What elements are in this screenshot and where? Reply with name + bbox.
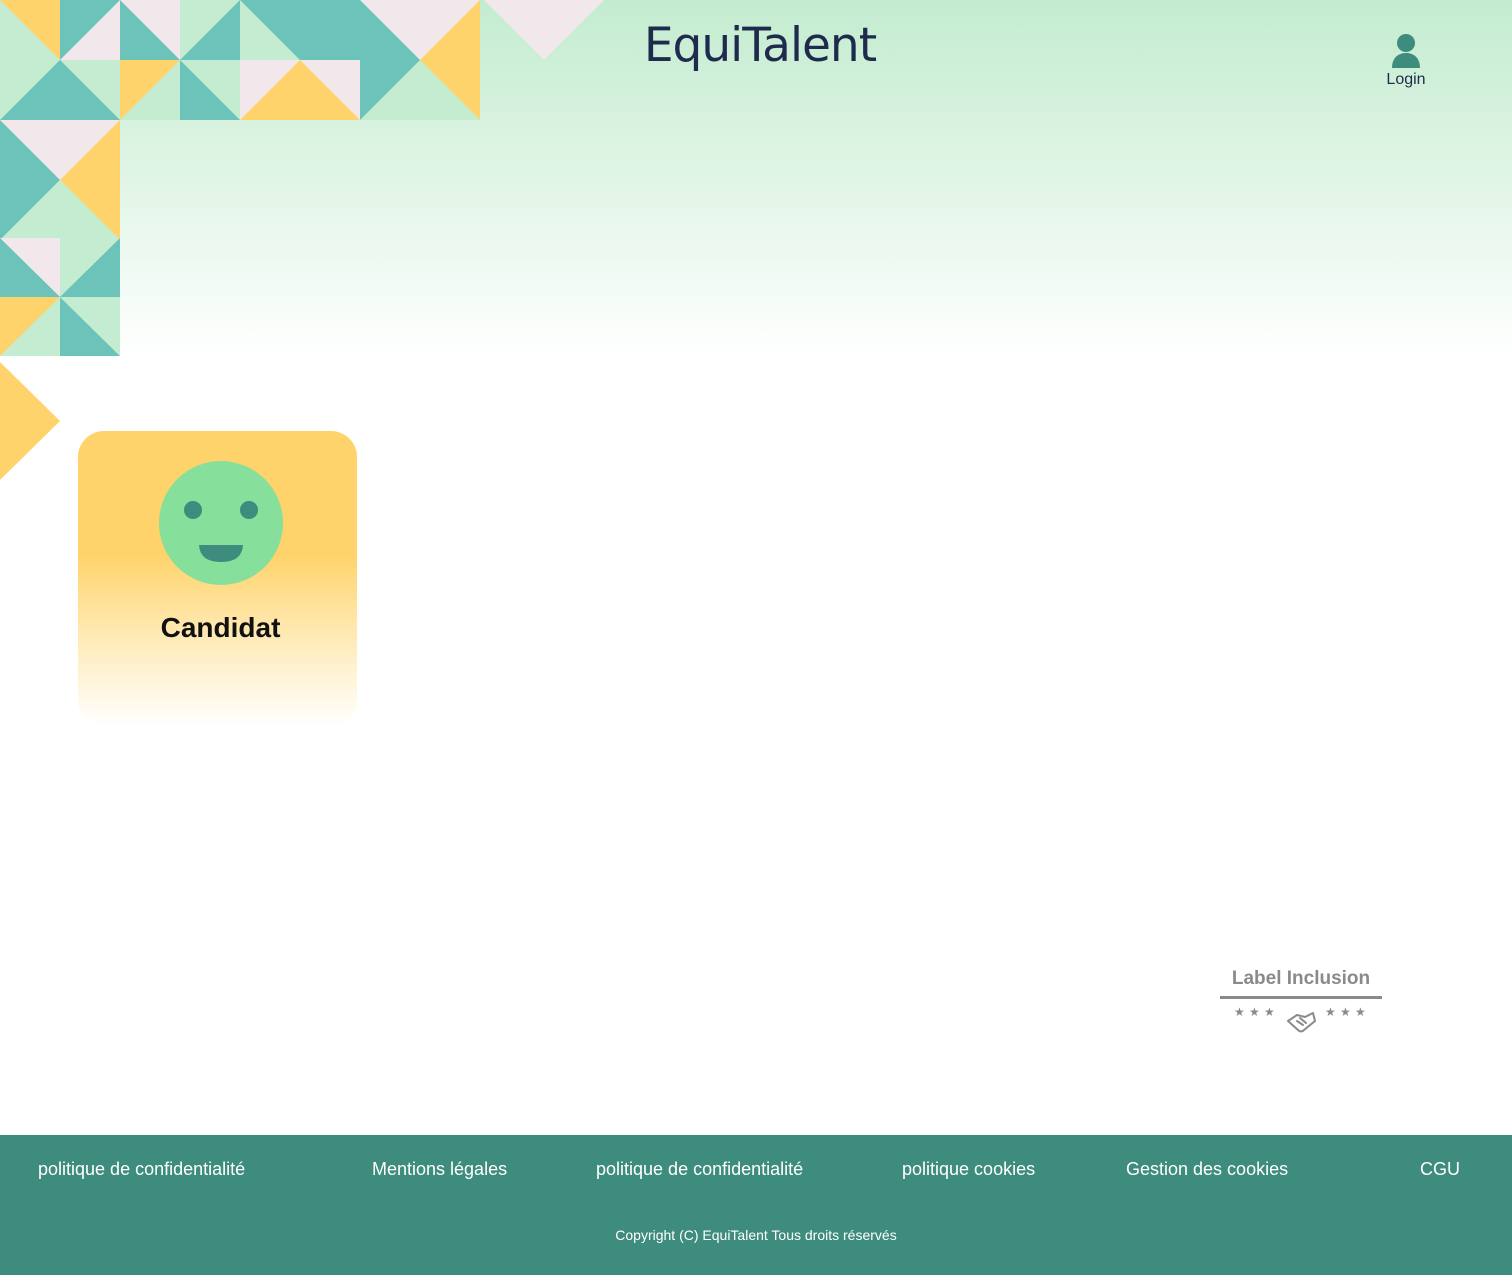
footer: politique de confidentialité Mentions lé… <box>0 1135 1512 1275</box>
user-icon <box>1392 34 1420 68</box>
card-label: Candidat <box>160 612 281 643</box>
inclusion-label-badge: Label Inclusion ★ ★ ★ ★ ★ ★ <box>1218 968 1384 1037</box>
smiley-face-icon <box>159 461 283 585</box>
svg-text:★: ★ <box>1249 1005 1260 1019</box>
svg-text:★: ★ <box>1234 1005 1245 1019</box>
svg-text:★: ★ <box>1325 1005 1336 1019</box>
copyright-text: Copyright (C) EquiTalent Tous droits rés… <box>615 1227 897 1243</box>
footer-link-cookie-policy[interactable]: politique cookies <box>902 1159 1035 1180</box>
badge-emblem: ★ ★ ★ ★ ★ ★ <box>1234 1005 1366 1033</box>
footer-link-privacy-policy-2[interactable]: politique de confidentialité <box>596 1159 803 1180</box>
svg-text:★: ★ <box>1340 1005 1351 1019</box>
footer-link-terms[interactable]: CGU <box>1420 1159 1460 1180</box>
login-button[interactable]: Login <box>1378 32 1434 89</box>
login-label: Login <box>1386 71 1426 88</box>
handshake-icon <box>1287 1012 1316 1033</box>
svg-text:★: ★ <box>1264 1005 1275 1019</box>
svg-text:★: ★ <box>1355 1005 1366 1019</box>
geometric-mosaic-decoration <box>0 0 604 480</box>
candidat-card[interactable]: Candidat <box>78 431 357 726</box>
site-logo[interactable]: EquiTalent <box>620 22 900 69</box>
footer-link-cookie-settings[interactable]: Gestion des cookies <box>1126 1159 1288 1180</box>
badge-title: Label Inclusion <box>1231 968 1371 989</box>
footer-link-legal-notice[interactable]: Mentions légales <box>372 1159 507 1180</box>
footer-link-privacy-policy[interactable]: politique de confidentialité <box>38 1159 245 1180</box>
